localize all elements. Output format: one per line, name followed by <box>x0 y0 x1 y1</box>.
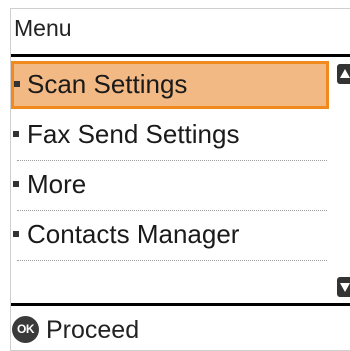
menu-item-fax-send-settings[interactable]: Fax Send Settings <box>11 111 329 161</box>
menu-list: Scan Settings Fax Send Settings More Con… <box>11 61 329 306</box>
lcd-screen: Menu Scan Settings Fax Send Settings Mor… <box>10 8 350 351</box>
arrow-down-icon[interactable] <box>337 277 350 297</box>
menu-item-label: More <box>27 169 87 199</box>
menu-item-scan-settings[interactable]: Scan Settings <box>11 61 329 109</box>
menu-item-contacts-manager[interactable]: Contacts Manager <box>11 211 329 261</box>
menu-item-more[interactable]: More <box>11 161 329 211</box>
menu-item-label: Contacts Manager <box>27 219 240 249</box>
bullet-icon <box>13 231 19 237</box>
footer-bar: OK Proceed <box>11 309 350 351</box>
footer-divider <box>11 303 350 306</box>
bullet-icon <box>13 181 19 187</box>
page-title: Menu <box>14 15 72 41</box>
menu-item-label: Scan Settings <box>27 69 188 99</box>
arrow-up-icon[interactable] <box>337 64 350 84</box>
menu-item-label: Fax Send Settings <box>27 119 240 149</box>
proceed-label: Proceed <box>46 316 140 344</box>
bullet-icon <box>13 131 19 137</box>
ok-button-icon[interactable]: OK <box>12 316 39 343</box>
header-divider <box>11 54 350 57</box>
empty-row <box>11 261 329 306</box>
bullet-icon <box>14 81 20 87</box>
